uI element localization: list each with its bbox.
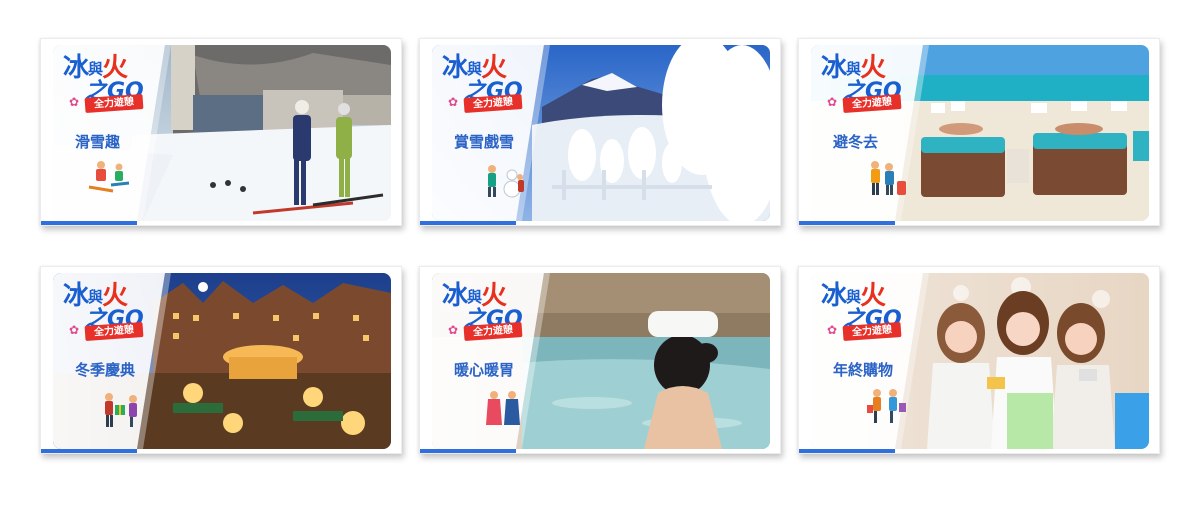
kimono-couple-icon [486,391,520,425]
logo-ribbon: 全力遊憩 [84,321,144,342]
flower-icon: ✿ [827,323,838,337]
card-inner: 冰與火 之GO ✿ 全力遊憩 避冬去 [811,45,1149,221]
card-label: 年終購物 [833,361,894,379]
promo-card-grid: 冰與火 之GO ✿ 全力遊憩 滑雪趣 冰與火 之GO ✿ 全力遊憩 賞雪戲雪 冰… [0,0,1200,516]
travelers-illustration-icon [871,161,906,195]
campaign-logo: 冰與火 之GO ✿ 全力遊憩 [821,47,921,115]
card-inner: 冰與火 之GO ✿ 全力遊憩 年終購物 [811,273,1149,449]
skier-illustration-icon [88,161,130,193]
card-label: 避冬去 [833,133,879,151]
campaign-logo: 冰與火 之GO ✿ 全力遊憩 [442,275,542,343]
card-inner: 冰與火 之GO ✿ 全力遊憩 賞雪戲雪 [432,45,770,221]
promo-card-beach[interactable]: 冰與火 之GO ✿ 全力遊憩 避冬去 [798,38,1160,226]
gift-givers-icon [105,393,137,427]
shoppers-illustration-icon [867,389,906,423]
card-inner: 冰與火 之GO ✿ 全力遊憩 冬季慶典 [53,273,391,449]
campaign-logo: 冰與火 之GO ✿ 全力遊憩 [63,275,163,343]
flower-icon: ✿ [827,95,838,109]
logo-ribbon: 全力遊憩 [842,321,902,342]
flower-icon: ✿ [448,323,459,337]
flower-icon: ✿ [69,95,80,109]
logo-ribbon: 全力遊憩 [463,93,523,114]
card-inner: 冰與火 之GO ✿ 全力遊憩 暖心暖胃 [432,273,770,449]
card-inner: 冰與火 之GO ✿ 全力遊憩 滑雪趣 [53,45,391,221]
promo-card-festival[interactable]: 冰與火 之GO ✿ 全力遊憩 冬季慶典 [40,266,402,454]
campaign-logo: 冰與火 之GO ✿ 全力遊憩 [821,275,921,343]
promo-card-ski[interactable]: 冰與火 之GO ✿ 全力遊憩 滑雪趣 [40,38,402,226]
promo-card-shopping[interactable]: 冰與火 之GO ✿ 全力遊憩 年終購物 [798,266,1160,454]
card-label: 冬季慶典 [75,361,136,379]
logo-ribbon: 全力遊憩 [842,93,902,114]
promo-card-snow[interactable]: 冰與火 之GO ✿ 全力遊憩 賞雪戲雪 [419,38,781,226]
logo-ribbon: 全力遊憩 [84,93,144,114]
promo-card-onsen[interactable]: 冰與火 之GO ✿ 全力遊憩 暖心暖胃 [419,266,781,454]
flower-icon: ✿ [448,95,459,109]
campaign-logo: 冰與火 之GO ✿ 全力遊憩 [442,47,542,115]
card-label: 暖心暖胃 [454,361,515,379]
campaign-logo: 冰與火 之GO ✿ 全力遊憩 [63,47,163,115]
snowman-family-icon [488,165,524,198]
card-label: 滑雪趣 [75,133,121,151]
card-label: 賞雪戲雪 [454,133,515,151]
flower-icon: ✿ [69,323,80,337]
logo-ribbon: 全力遊憩 [463,321,523,342]
